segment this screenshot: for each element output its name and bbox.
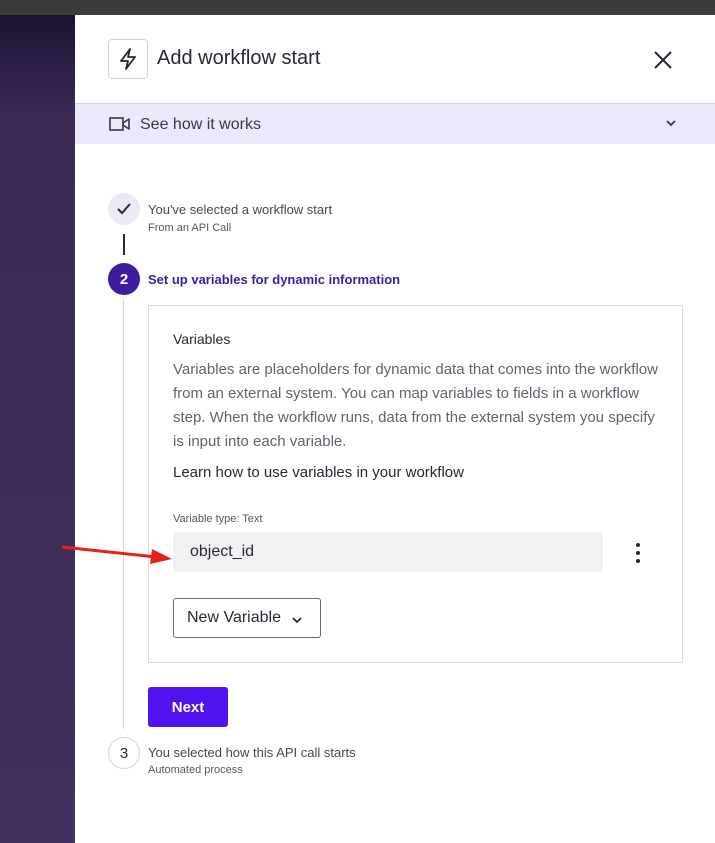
see-how-it-works-label: See how it works (140, 116, 261, 133)
variable-name-input[interactable] (173, 532, 603, 572)
new-variable-button[interactable]: New Variable (173, 598, 321, 638)
add-workflow-start-dialog: Add workflow start See how it works You'… (75, 15, 715, 843)
variables-heading: Variables (173, 331, 231, 347)
chevron-down-icon (291, 613, 303, 631)
dialog-title: Add workflow start (157, 47, 321, 69)
see-how-it-works-banner[interactable]: See how it works (75, 103, 715, 144)
kebab-menu-icon[interactable] (627, 542, 649, 564)
checkmark-icon (117, 203, 131, 215)
variable-type-label: Variable type: Text (173, 513, 263, 525)
dialog-header: Add workflow start (75, 15, 715, 103)
step-3-title: You selected how this API call starts (148, 745, 356, 760)
top-bar (0, 0, 715, 15)
learn-variables-link[interactable]: Learn how to use variables in your workf… (173, 464, 464, 481)
video-camera-icon (109, 116, 131, 137)
lightning-icon (108, 39, 148, 79)
step-connector (123, 234, 125, 255)
step-3-number: 3 (108, 737, 140, 769)
step-3-subtitle: Automated process (148, 764, 243, 776)
step-connector (123, 299, 124, 729)
close-icon[interactable] (649, 46, 677, 74)
variables-card: Variables Variables are placeholders for… (148, 305, 683, 663)
step-1-title: You've selected a workflow start (148, 202, 333, 217)
step-2-title: Set up variables for dynamic information (148, 272, 401, 287)
annotation-arrow (61, 545, 172, 564)
page-backdrop (0, 15, 75, 843)
step-1-subtitle: From an API Call (148, 222, 232, 234)
next-button[interactable]: Next (148, 687, 228, 727)
variables-description: Variables are placeholders for dynamic d… (173, 361, 658, 450)
chevron-down-icon (664, 116, 678, 135)
step-2-number: 2 (108, 263, 140, 295)
new-variable-label: New Variable (187, 609, 281, 626)
step-1-done-indicator (108, 193, 140, 225)
